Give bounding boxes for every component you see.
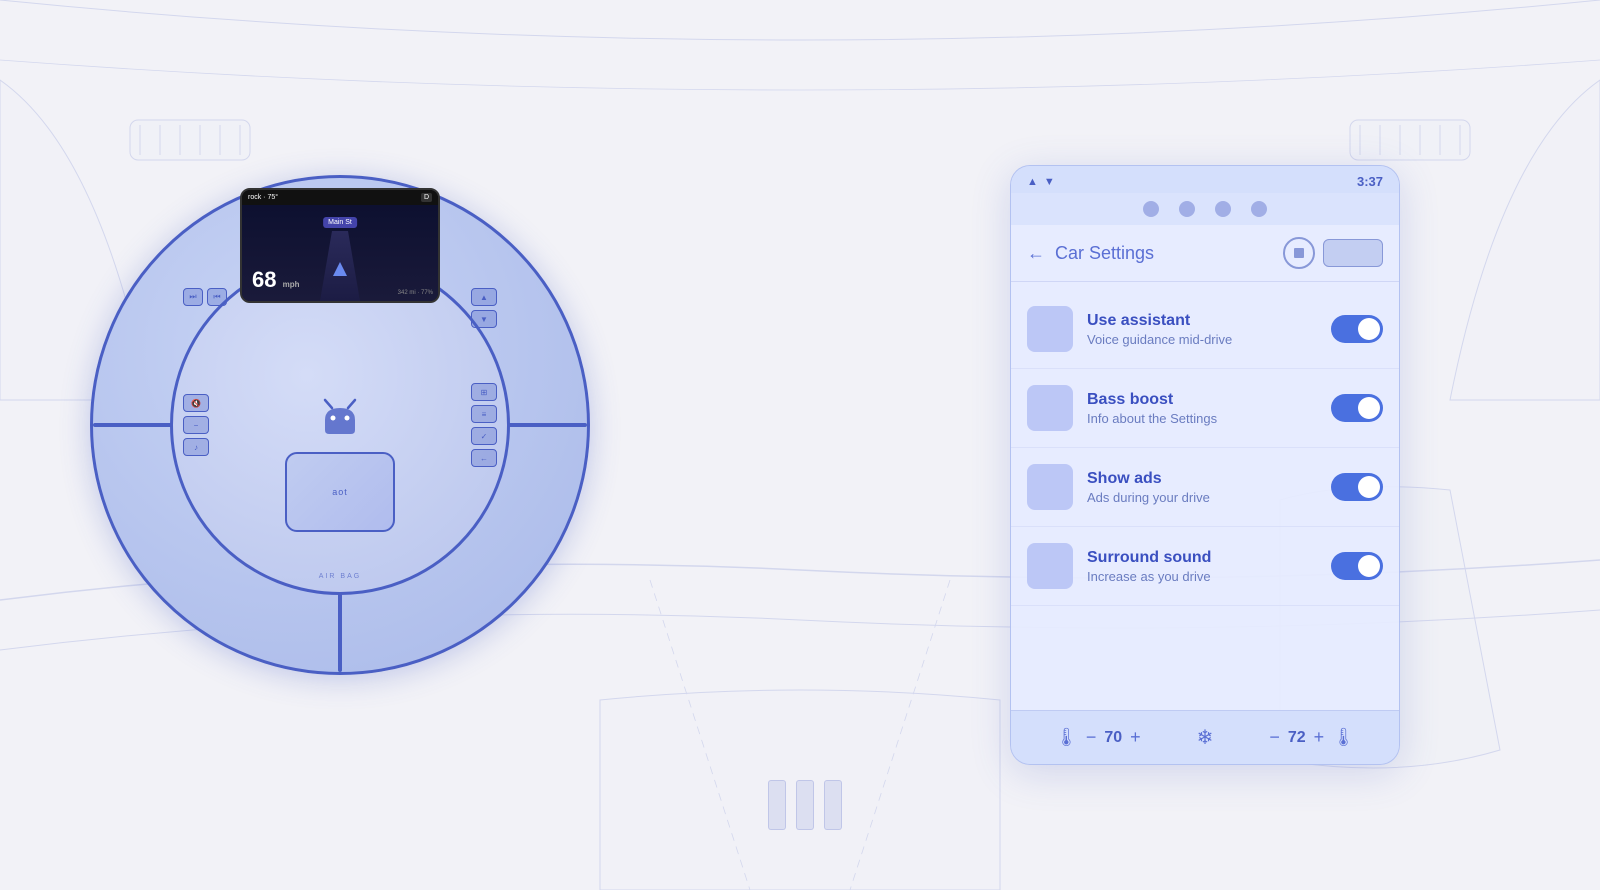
spoke-right: [507, 423, 587, 427]
show-ads-desc: Ads during your drive: [1087, 490, 1317, 505]
bass-boost-icon: [1027, 385, 1073, 431]
left-plus[interactable]: +: [1130, 727, 1141, 748]
list-btn[interactable]: ≡: [471, 405, 497, 423]
use-assistant-toggle-knob: [1358, 318, 1380, 340]
spoke-left: [93, 423, 173, 427]
surround-sound-desc: Increase as you drive: [1087, 569, 1317, 584]
speed-display: 68 mph: [252, 267, 300, 293]
setting-use-assistant: Use assistant Voice guidance mid-drive: [1011, 290, 1399, 369]
wheel-center: aot: [285, 452, 395, 532]
phone-info: rock · 75°: [248, 194, 278, 201]
phone-screen: rock · 75° D Main St 68 mph 3: [242, 190, 438, 301]
use-assistant-icon: [1027, 306, 1073, 352]
stop-icon: [1294, 248, 1304, 258]
sound-btn[interactable]: ♪: [183, 438, 209, 456]
left-climate-control: 🌡 − 70 +: [1055, 727, 1141, 748]
setting-surround-sound: Surround sound Increase as you drive: [1011, 527, 1399, 606]
phone-gear: D: [421, 193, 432, 202]
top-right-controls: ▲ ▼: [471, 288, 497, 328]
surround-sound-toggle[interactable]: [1331, 552, 1383, 580]
steering-wheel-outer: rock · 75° D Main St 68 mph 3: [90, 175, 590, 675]
setting-bass-boost: Bass boost Info about the Settings: [1011, 369, 1399, 448]
steering-wheel-inner: 🔇 − ♪ ⊞ ≡ ✓ ← ▲ ▼ ⏭ ⏮: [170, 255, 510, 595]
left-controls: 🔇 − ♪: [183, 394, 209, 456]
vol-down-btn[interactable]: −: [183, 416, 209, 434]
header-right: [1283, 237, 1383, 269]
right-minus[interactable]: −: [1269, 727, 1280, 748]
spoke-bottom: [338, 592, 342, 672]
skip-controls: ⏭ ⏮: [183, 288, 227, 306]
show-ads-icon: [1027, 464, 1073, 510]
left-minus[interactable]: −: [1086, 727, 1097, 748]
right-heat-icon: 🌡: [1332, 727, 1355, 748]
nav-up-btn[interactable]: ▲: [471, 288, 497, 306]
check-btn[interactable]: ✓: [471, 427, 497, 445]
back-btn[interactable]: ←: [471, 449, 497, 467]
surround-sound-icon: [1027, 543, 1073, 589]
right-plus[interactable]: +: [1314, 727, 1325, 748]
show-ads-toggle[interactable]: [1331, 473, 1383, 501]
car-settings-panel: ▲ ▼ 3:37 ← Car Settings Use assistant: [1010, 165, 1400, 765]
left-heat-icon: 🌡: [1055, 727, 1078, 748]
app-btn[interactable]: ⊞: [471, 383, 497, 401]
skip-back-btn[interactable]: ⏮: [207, 288, 227, 306]
rect-button[interactable]: [1323, 239, 1383, 267]
phone-top-bar: rock · 75° D: [242, 190, 438, 205]
mounted-phone: rock · 75° D Main St 68 mph 3: [240, 188, 440, 303]
dot-4: [1251, 201, 1267, 217]
bass-boost-toggle-knob: [1358, 397, 1380, 419]
surround-sound-text: Surround sound Increase as you drive: [1087, 549, 1317, 584]
skip-fwd-btn[interactable]: ⏭: [183, 288, 203, 306]
center-climate-control: ❄: [1197, 725, 1214, 750]
show-ads-name: Show ads: [1087, 470, 1317, 488]
surround-sound-name: Surround sound: [1087, 549, 1317, 567]
bass-boost-toggle[interactable]: [1331, 394, 1383, 422]
back-button[interactable]: ←: [1027, 243, 1045, 264]
stop-button[interactable]: [1283, 237, 1315, 269]
pedal-3: [824, 780, 842, 830]
signal-icon: ▲: [1027, 176, 1038, 188]
use-assistant-name: Use assistant: [1087, 312, 1317, 330]
bass-boost-desc: Info about the Settings: [1087, 411, 1317, 426]
bass-boost-text: Bass boost Info about the Settings: [1087, 391, 1317, 426]
use-assistant-text: Use assistant Voice guidance mid-drive: [1087, 312, 1317, 347]
panel-title: Car Settings: [1055, 243, 1154, 264]
phone-map-area: Main St 68 mph 342 mi · 77%: [242, 205, 438, 301]
show-ads-toggle-knob: [1358, 476, 1380, 498]
pedal-area: [768, 780, 842, 830]
status-bar: ▲ ▼ 3:37: [1011, 166, 1399, 193]
status-time: 3:37: [1357, 174, 1383, 189]
right-climate-control: − 72 + 🌡: [1269, 727, 1355, 748]
left-temp: 70: [1104, 729, 1122, 747]
bass-boost-name: Bass boost: [1087, 391, 1317, 409]
brand-label: aot: [332, 487, 348, 497]
use-assistant-desc: Voice guidance mid-drive: [1087, 332, 1317, 347]
use-assistant-toggle[interactable]: [1331, 315, 1383, 343]
show-ads-text: Show ads Ads during your drive: [1087, 470, 1317, 505]
right-controls: ⊞ ≡ ✓ ←: [471, 383, 497, 467]
street-label: Main St: [323, 217, 357, 228]
dot-2: [1179, 201, 1195, 217]
status-left: ▲ ▼: [1027, 176, 1055, 188]
dot-3: [1215, 201, 1231, 217]
wifi-icon: ▼: [1044, 176, 1055, 188]
pedal-1: [768, 780, 786, 830]
android-logo: [315, 398, 365, 443]
steering-wheel-section: rock · 75° D Main St 68 mph 3: [60, 100, 620, 750]
panel-header: ← Car Settings: [1011, 225, 1399, 282]
climate-bar: 🌡 − 70 + ❄ − 72 + 🌡: [1011, 710, 1399, 764]
header-left: ← Car Settings: [1027, 243, 1154, 264]
dot-1: [1143, 201, 1159, 217]
pedal-2: [796, 780, 814, 830]
nav-down-btn[interactable]: ▼: [471, 310, 497, 328]
setting-show-ads: Show ads Ads during your drive: [1011, 448, 1399, 527]
settings-list: Use assistant Voice guidance mid-drive B…: [1011, 282, 1399, 710]
dots-row: [1011, 193, 1399, 225]
fan-icon: ❄: [1197, 725, 1214, 750]
surround-sound-toggle-knob: [1358, 555, 1380, 577]
mute-btn[interactable]: 🔇: [183, 394, 209, 412]
right-temp: 72: [1288, 729, 1306, 747]
airbag-label: AIR BAG: [319, 573, 361, 580]
